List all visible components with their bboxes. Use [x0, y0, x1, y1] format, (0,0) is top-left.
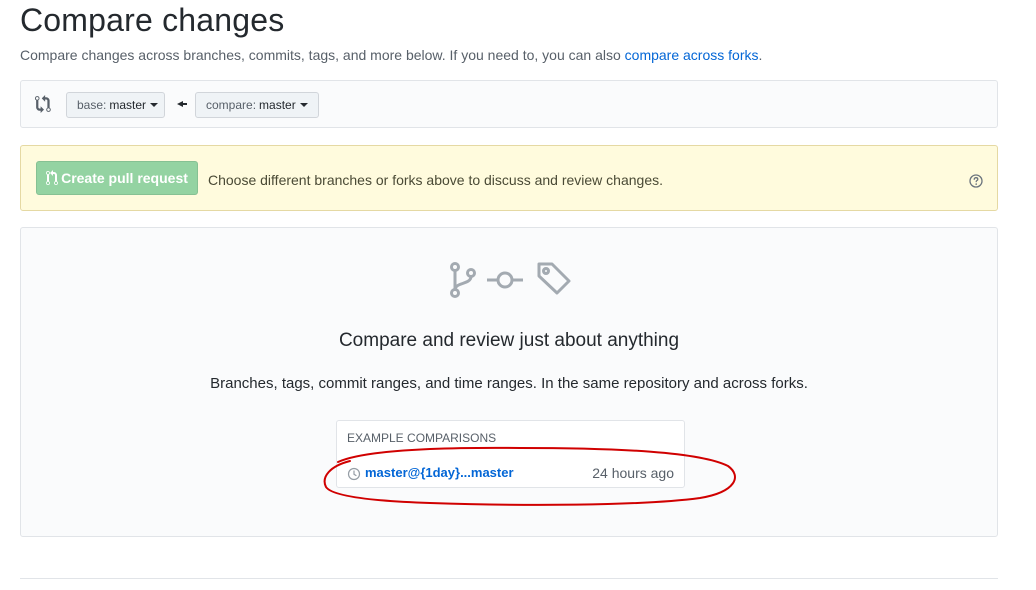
blankslate-description: Branches, tags, commit ranges, and time …	[210, 375, 808, 392]
create-pull-request-button[interactable]: Create pull request	[36, 161, 198, 195]
compare-branch-select[interactable]: compare: master	[195, 92, 319, 118]
create-pull-request-label: Create pull request	[61, 170, 188, 186]
question-icon[interactable]	[969, 174, 983, 188]
example-row[interactable]: master@{1day}...master 24 hours ago	[347, 463, 674, 483]
example-time: 24 hours ago	[592, 465, 674, 481]
example-comparison-link[interactable]: master@{1day}...master	[365, 465, 514, 480]
subtitle-text: Compare changes across branches, commits…	[20, 47, 625, 63]
arrow-left-icon	[177, 101, 187, 107]
compare-label: compare:	[206, 98, 257, 112]
page-title: Compare changes	[20, 2, 285, 38]
caret-down-icon	[299, 103, 308, 107]
compare-value: master	[259, 98, 296, 112]
compare-flash: Create pull request Choose different bra…	[20, 145, 998, 211]
page-subtitle: Compare changes across branches, commits…	[20, 47, 762, 63]
compare-page: Compare changes Compare changes across b…	[0, 0, 1036, 590]
blankslate-title: Compare and review just about anything	[338, 330, 680, 351]
tag-icon	[537, 262, 571, 295]
divider	[20, 578, 998, 579]
base-label: base:	[77, 98, 107, 112]
subtitle-end: .	[758, 47, 763, 63]
caret-down-icon	[150, 103, 159, 107]
git-commit-icon	[487, 271, 523, 289]
compare-blankslate: Compare and review just about anything B…	[20, 227, 998, 537]
examples-header: EXAMPLE COMPARISONS	[347, 431, 497, 445]
base-value: master	[109, 98, 147, 112]
git-branch-icon	[450, 262, 476, 298]
example-comparisons: EXAMPLE COMPARISONS master@{1day}...mast…	[336, 420, 685, 488]
compare-across-forks-link[interactable]: compare across forks	[625, 47, 759, 63]
git-compare-icon	[35, 95, 51, 113]
base-branch-select[interactable]: base: master	[66, 92, 165, 118]
history-icon	[347, 467, 361, 481]
git-pull-request-icon	[46, 170, 59, 185]
range-editor: base: master compare: master	[20, 80, 998, 128]
blankslate-icons	[450, 262, 571, 298]
flash-message: Choose different branches or forks above…	[208, 172, 663, 188]
